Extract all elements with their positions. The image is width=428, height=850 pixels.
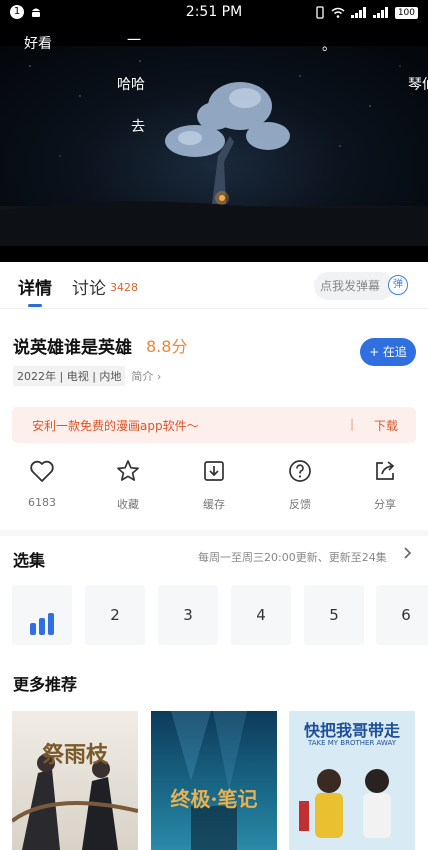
star-icon [117,460,139,481]
danmaku-comment: 琴仙 [408,77,428,93]
poster-title: 终极·笔记 [170,787,258,811]
ad-separator: | [350,417,355,431]
follow-button[interactable]: + 在追 [360,338,416,366]
poster-art [171,711,247,850]
poster-title: 祭雨枝 [41,742,108,768]
danmaku-comment: 。 [322,38,336,54]
ad-text: 安利一款免费的漫画app软件〜 [32,419,199,433]
intro-link[interactable]: 简介 › [131,368,161,384]
recommend-poster[interactable]: 终极·笔记 [151,711,277,850]
feedback-button[interactable]: 反馈 [272,458,328,512]
show-title: 说英雄谁是英雄 [13,338,132,358]
tab-detail[interactable]: 详情 [18,274,52,299]
update-info[interactable]: 每周一至周三20:00更新、更新至24集 [198,549,387,565]
discuss-count: 3428 [110,281,138,294]
like-button[interactable]: 6183 [14,458,70,509]
download-button[interactable]: 缓存 [186,458,242,512]
poster-art [12,754,138,850]
episode-item[interactable]: 3 [158,585,218,645]
vibrate-icon [316,6,324,19]
share-button[interactable]: 分享 [357,458,413,512]
episodes-title: 选集 [13,551,46,570]
episode-item-playing[interactable] [12,585,72,645]
danmaku-toggle-button[interactable]: 弹 [388,275,408,295]
episode-item[interactable]: 6 [376,585,428,645]
feedback-label: 反馈 [289,498,311,511]
tab-bar: 详情 讨论 3428 点我发弹幕 弹 [0,262,428,308]
heart-icon [30,460,54,482]
detail-panel: 详情 讨论 3428 点我发弹幕 弹 说英雄谁是英雄 8.8分 + 在追 202… [0,262,428,850]
show-tags: 2022年 | 电视 | 内地 [13,366,126,386]
tab-active-indicator [28,304,42,307]
download-icon [204,461,224,481]
danmaku-comment: 哈哈 [117,77,145,93]
share-icon [376,461,395,480]
show-meta: 2022年 | 电视 | 内地 简介 › [13,366,161,386]
tab-discuss[interactable]: 讨论 [72,274,106,299]
ad-download-button[interactable]: 下载 [374,417,398,434]
danmaku-comment: 一 [127,33,141,49]
favorite-button[interactable]: 收藏 [100,458,156,512]
video-player[interactable]: 好看 一 。 哈哈 琴仙 去 1 2:51 PM [0,0,428,262]
recommend-title: 更多推荐 [13,675,78,694]
favorite-label: 收藏 [117,498,139,511]
status-bar: 1 2:51 PM 100 [0,0,428,26]
download-label: 缓存 [203,498,225,511]
playing-bars-icon [30,613,54,635]
recommend-poster[interactable]: 快把我哥带走 TAKE MY BROTHER AWAY [289,711,415,850]
like-count: 6183 [28,496,56,509]
question-icon [289,460,311,482]
share-label: 分享 [374,498,396,511]
battery-indicator: 100 [394,6,418,19]
episode-item[interactable]: 4 [231,585,291,645]
status-right: 100 [315,6,418,19]
danmaku-comment: 好看 [24,36,52,52]
wifi-icon [331,7,345,18]
chevron-right-icon[interactable] [400,546,414,560]
video-scene-art [0,60,428,246]
signal-icon [350,7,366,18]
tab-divider [0,308,428,309]
poster-art [299,769,391,838]
danmaku-input[interactable]: 点我发弹幕 [314,272,394,300]
section-divider [0,530,428,536]
ad-banner[interactable]: 安利一款免费的漫画app软件〜 | 下载 [12,407,416,443]
video-frame [0,46,428,246]
recommend-poster[interactable]: 祭雨枝 [12,711,138,850]
show-rating: 8.8分 [146,337,188,356]
episode-item[interactable]: 2 [85,585,145,645]
signal-icon [372,7,388,18]
danmaku-comment: 去 [131,119,145,135]
episode-item[interactable]: 5 [304,585,364,645]
